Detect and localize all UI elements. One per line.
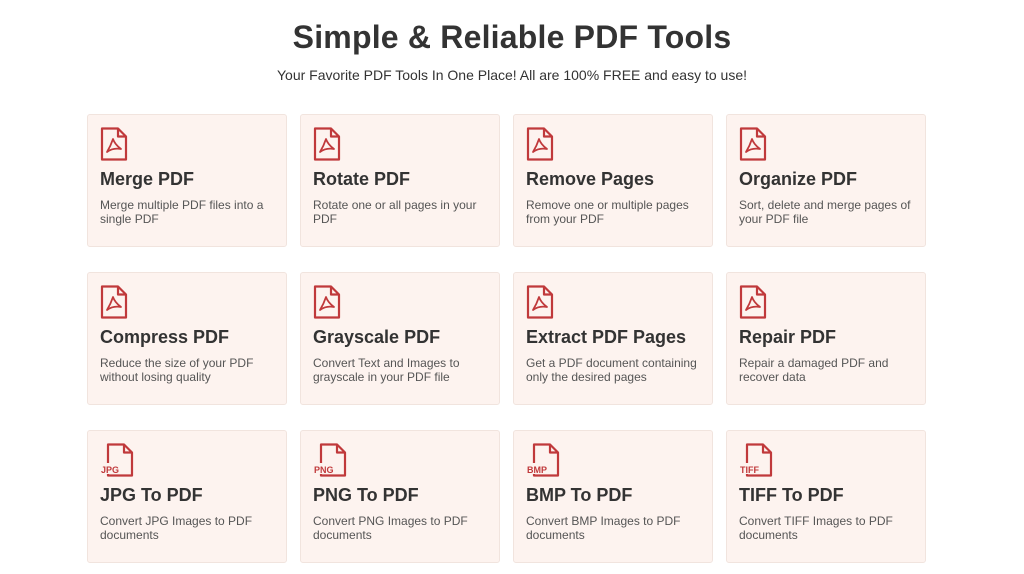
svg-text:BMP: BMP: [527, 465, 547, 475]
pdf-file-icon: [313, 127, 341, 161]
pdf-file-icon: [313, 285, 341, 319]
tool-description: Merge multiple PDF files into a single P…: [100, 198, 264, 226]
pdf-file-icon: [100, 285, 128, 319]
tool-card-png-to-pdf[interactable]: PNG PNG To PDF Convert PNG Images to PDF…: [300, 430, 500, 563]
tool-title: Compress PDF: [100, 327, 230, 347]
tiff-file-icon: TIFF: [739, 443, 773, 477]
tool-card-grayscale-pdf[interactable]: Grayscale PDF Convert Text and Images to…: [300, 272, 500, 405]
tool-title: Organize PDF: [739, 169, 858, 189]
tool-card-jpg-to-pdf[interactable]: JPG JPG To PDF Convert JPG Images to PDF…: [87, 430, 287, 563]
tool-description: Convert BMP Images to PDF documents: [526, 514, 681, 542]
tool-description: Convert TIFF Images to PDF documents: [739, 514, 893, 542]
tool-card-bmp-to-pdf[interactable]: BMP BMP To PDF Convert BMP Images to PDF…: [513, 430, 713, 563]
tool-title: Remove Pages: [526, 169, 655, 189]
jpg-file-icon: JPG: [100, 443, 134, 477]
pdf-file-icon: [526, 127, 554, 161]
tool-title: JPG To PDF: [100, 485, 203, 505]
tool-title: TIFF To PDF: [739, 485, 844, 505]
bmp-file-icon: BMP: [526, 443, 560, 477]
tool-card-organize-pdf[interactable]: Organize PDF Sort, delete and merge page…: [726, 114, 926, 247]
tool-card-compress-pdf[interactable]: Compress PDF Reduce the size of your PDF…: [87, 272, 287, 405]
tool-card-tiff-to-pdf[interactable]: TIFF TIFF To PDF Convert TIFF Images to …: [726, 430, 926, 563]
tool-title: Rotate PDF: [313, 169, 411, 189]
tool-title: Extract PDF Pages: [526, 327, 687, 347]
png-file-icon: PNG: [313, 443, 347, 477]
tool-card-remove-pages[interactable]: Remove Pages Remove one or multiple page…: [513, 114, 713, 247]
page-title: Simple & Reliable PDF Tools: [292, 19, 732, 55]
tool-description: Convert PNG Images to PDF documents: [313, 514, 468, 542]
tool-card-extract-pdf-pages[interactable]: Extract PDF Pages Get a PDF document con…: [513, 272, 713, 405]
tool-title: Grayscale PDF: [313, 327, 441, 347]
tool-title: PNG To PDF: [313, 485, 419, 505]
pdf-file-icon: [739, 285, 767, 319]
tool-card-merge-pdf[interactable]: Merge PDF Merge multiple PDF files into …: [87, 114, 287, 247]
tool-title: Merge PDF: [100, 169, 195, 189]
tool-description: Convert Text and Images to grayscale in …: [313, 356, 460, 384]
tool-title: Repair PDF: [739, 327, 837, 347]
tool-description: Remove one or multiple pages from your P…: [526, 198, 689, 226]
pdf-file-icon: [739, 127, 767, 161]
tool-card-repair-pdf[interactable]: Repair PDF Repair a damaged PDF and reco…: [726, 272, 926, 405]
tool-description: Sort, delete and merge pages of your PDF…: [739, 198, 911, 226]
tool-description: Rotate one or all pages in your PDF: [313, 198, 477, 226]
svg-text:TIFF: TIFF: [740, 465, 759, 475]
tool-description: Get a PDF document containing only the d…: [526, 356, 697, 384]
pdf-file-icon: [526, 285, 554, 319]
svg-text:PNG: PNG: [314, 465, 334, 475]
tools-grid: Merge PDF Merge multiple PDF files into …: [87, 114, 926, 563]
pdf-file-icon: [100, 127, 128, 161]
tool-card-rotate-pdf[interactable]: Rotate PDF Rotate one or all pages in yo…: [300, 114, 500, 247]
tool-title: BMP To PDF: [526, 485, 633, 505]
page-subtitle: Your Favorite PDF Tools In One Place! Al…: [276, 67, 748, 83]
svg-text:JPG: JPG: [101, 465, 119, 475]
tool-description: Convert JPG Images to PDF documents: [100, 514, 253, 542]
tool-description: Reduce the size of your PDF without losi…: [100, 356, 254, 384]
tool-description: Repair a damaged PDF and recover data: [739, 356, 889, 384]
